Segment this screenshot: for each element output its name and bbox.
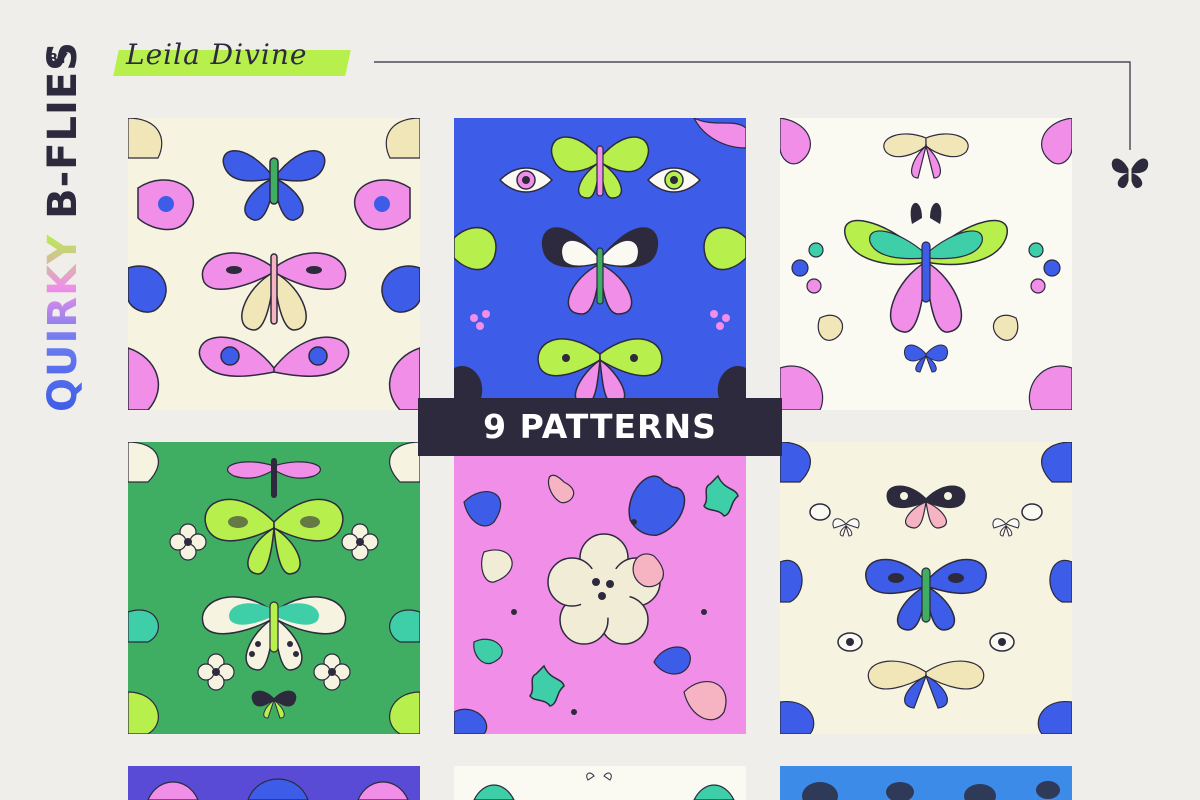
title-bflies: B-FLIES: [40, 41, 86, 219]
title-quirky: QUIRKY: [40, 233, 86, 412]
pattern-tile-3[interactable]: [780, 118, 1072, 410]
butterfly-icon: [1111, 158, 1149, 189]
pattern-tile-5[interactable]: [454, 442, 746, 734]
patterns-count-banner: 9 PATTERNS: [418, 398, 782, 456]
pattern-tile-1[interactable]: [128, 118, 420, 410]
pattern-tile-9[interactable]: [780, 766, 1072, 800]
pattern-tile-7[interactable]: [128, 766, 420, 800]
vertical-title: QUIRKY B-FLIES: [40, 41, 86, 412]
pattern-tile-6[interactable]: [780, 442, 1072, 734]
pattern-tile-8[interactable]: [454, 766, 746, 800]
pattern-tile-4[interactable]: [128, 442, 420, 734]
pattern-tile-2[interactable]: [454, 118, 746, 410]
